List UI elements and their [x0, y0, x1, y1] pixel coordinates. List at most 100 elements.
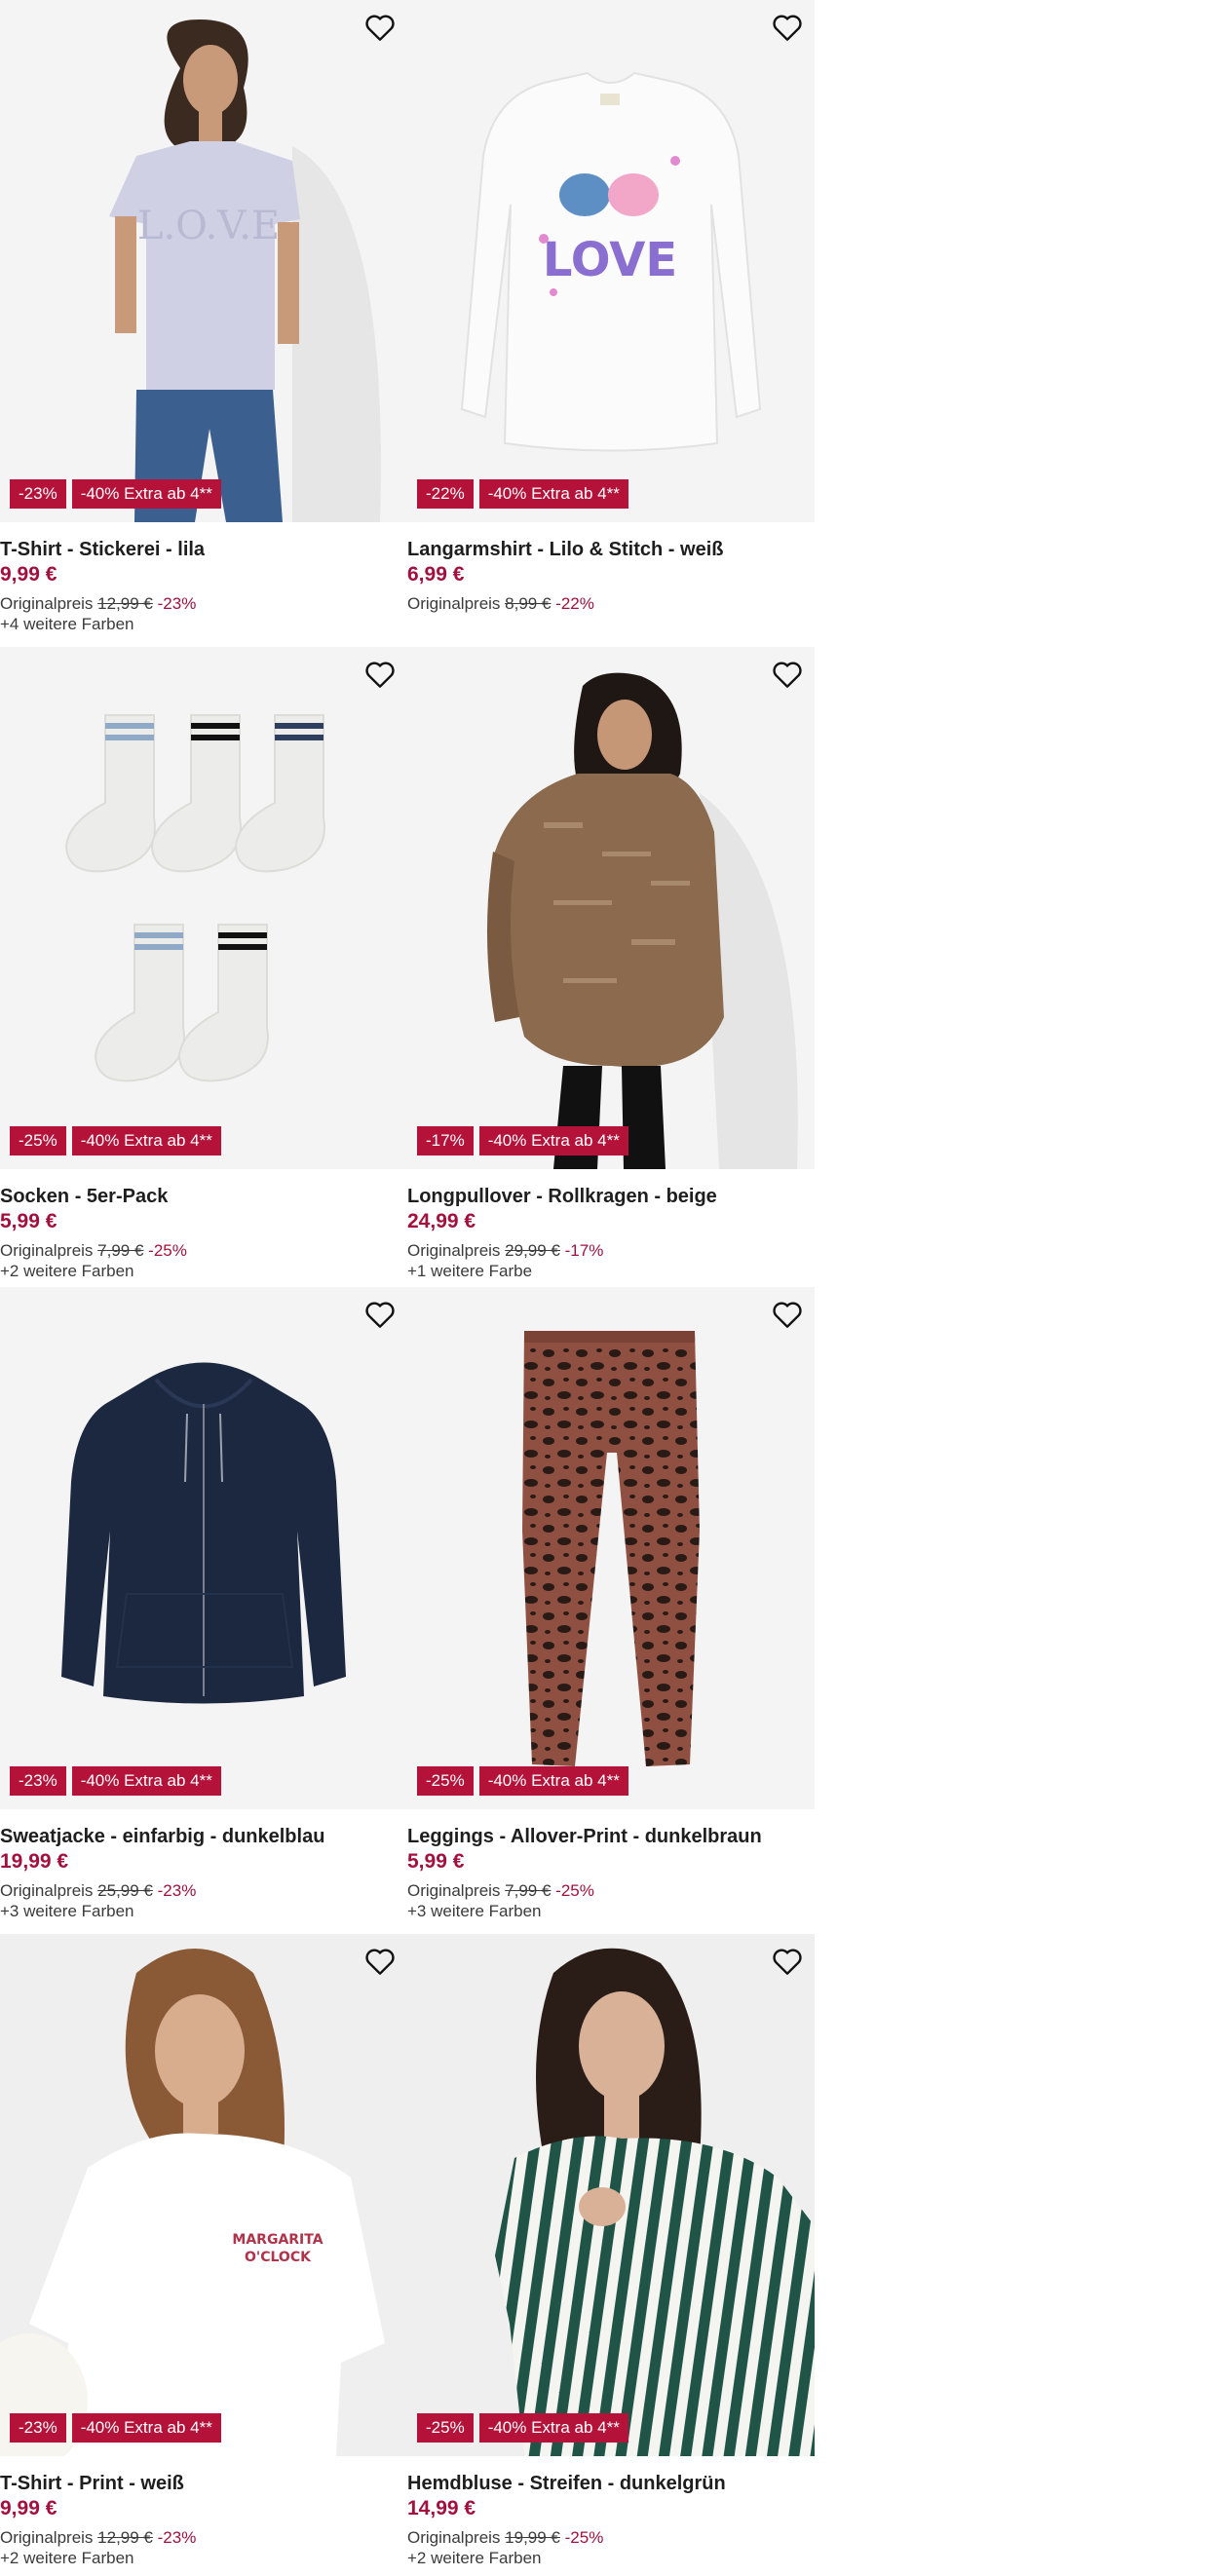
original-price: 29,99 €: [505, 1241, 560, 1260]
badge-group: -17% -40% Extra ab 4**: [417, 1126, 628, 1155]
badge-group: -25% -40% Extra ab 4**: [417, 1766, 628, 1796]
product-price: 14,99 €: [407, 2497, 476, 2519]
product-title[interactable]: Langarmshirt - Lilo & Stitch - weiß: [407, 538, 815, 561]
heart-outline-icon: [365, 662, 395, 688]
original-price-label: Originalpreis: [407, 1241, 501, 1260]
original-discount: -25%: [148, 1241, 187, 1260]
original-price-line: Originalpreis 19,99 € -25%: [407, 2527, 815, 2549]
product-card[interactable]: MARGARITA O'CLOCK -23% -40% Extra ab 4**…: [0, 1934, 407, 2568]
more-colors[interactable]: +2 weitere Farben: [0, 2549, 407, 2568]
more-colors[interactable]: +3 weitere Farben: [407, 1902, 815, 1921]
extra-discount-badge: -40% Extra ab 4**: [71, 1126, 221, 1155]
product-image[interactable]: -23% -40% Extra ab 4**: [0, 1287, 407, 1809]
svg-text:L.O.V.E: L.O.V.E: [137, 204, 280, 248]
original-price: 12,99 €: [97, 594, 153, 613]
original-price-label: Originalpreis: [0, 1241, 94, 1260]
more-colors[interactable]: +1 weitere Farbe: [407, 1262, 815, 1281]
product-image[interactable]: -25% -40% Extra ab 4**: [407, 1934, 815, 2456]
product-image[interactable]: L.O.V.E -23% -40% Extra ab 4**: [0, 0, 407, 522]
product-price: 19,99 €: [0, 1850, 69, 1873]
original-price: 8,99 €: [505, 594, 552, 613]
more-colors[interactable]: +4 weitere Farben: [0, 615, 407, 634]
original-price-line: Originalpreis 25,99 € -23%: [0, 1880, 407, 1902]
product-title[interactable]: Hemdbluse - Streifen - dunkelgrün: [407, 2472, 815, 2495]
product-card[interactable]: LOVE -22% -40% Extra ab 4** Langarmshirt…: [407, 0, 815, 615]
navy-zip-hoodie-photo: [0, 1287, 407, 1809]
product-card[interactable]: L.O.V.E -23% -40% Extra ab 4** T-Shirt -…: [0, 0, 407, 634]
product-price: 6,99 €: [407, 563, 465, 586]
original-discount: -25%: [555, 1881, 594, 1900]
woman-green-striped-blouse-photo: [407, 1934, 815, 2456]
product-image[interactable]: MARGARITA O'CLOCK -23% -40% Extra ab 4**: [0, 1934, 407, 2456]
wishlist-button[interactable]: [362, 1944, 398, 1979]
heart-outline-icon: [773, 1302, 802, 1328]
product-title[interactable]: Socken - 5er-Pack: [0, 1185, 407, 1208]
product-image[interactable]: -25% -40% Extra ab 4**: [407, 1287, 815, 1809]
heart-outline-icon: [365, 1302, 395, 1328]
badge-group: -23% -40% Extra ab 4**: [10, 2413, 221, 2443]
heart-outline-icon: [773, 1949, 802, 1975]
original-discount: -17%: [564, 1241, 604, 1260]
original-price-label: Originalpreis: [407, 1881, 501, 1900]
extra-discount-badge: -40% Extra ab 4**: [71, 479, 221, 509]
product-image[interactable]: -25% -40% Extra ab 4**: [0, 647, 407, 1169]
discount-badge: -25%: [417, 1766, 474, 1796]
badge-group: -25% -40% Extra ab 4**: [417, 2413, 628, 2443]
heart-outline-icon: [773, 662, 802, 688]
product-image[interactable]: -17% -40% Extra ab 4**: [407, 647, 815, 1169]
original-discount: -23%: [157, 594, 197, 613]
discount-badge: -17%: [417, 1126, 474, 1155]
wishlist-button[interactable]: [362, 657, 398, 692]
original-price: 7,99 €: [97, 1241, 144, 1260]
wishlist-button[interactable]: [770, 1944, 805, 1979]
heart-outline-icon: [773, 15, 802, 41]
wishlist-button[interactable]: [770, 10, 805, 45]
original-price-label: Originalpreis: [0, 1881, 94, 1900]
striped-socks-photo: [0, 647, 407, 1169]
woman-lilac-tshirt-photo: L.O.V.E: [0, 0, 407, 522]
original-discount: -22%: [555, 594, 594, 613]
original-price-label: Originalpreis: [0, 2528, 94, 2547]
original-price: 12,99 €: [97, 2528, 153, 2547]
original-price-line: Originalpreis 29,99 € -17%: [407, 1240, 815, 1262]
product-title[interactable]: T-Shirt - Stickerei - lila: [0, 538, 407, 561]
product-card[interactable]: -23% -40% Extra ab 4** Sweatjacke - einf…: [0, 1287, 407, 1921]
wishlist-button[interactable]: [362, 10, 398, 45]
discount-badge: -25%: [417, 2413, 474, 2443]
svg-text:LOVE: LOVE: [543, 233, 677, 287]
more-colors[interactable]: +2 weitere Farben: [0, 1262, 407, 1281]
original-price: 7,99 €: [505, 1881, 552, 1900]
product-title[interactable]: Sweatjacke - einfarbig - dunkelblau: [0, 1825, 407, 1848]
original-price-line: Originalpreis 7,99 € -25%: [407, 1880, 815, 1902]
product-card[interactable]: -25% -40% Extra ab 4** Socken - 5er-Pack…: [0, 647, 407, 1281]
original-price-line: Originalpreis 7,99 € -25%: [0, 1240, 407, 1262]
print-text-line: MARGARITA: [232, 2232, 323, 2248]
product-card[interactable]: -25% -40% Extra ab 4** Leggings - Allove…: [407, 1287, 815, 1921]
original-discount: -23%: [157, 2528, 197, 2547]
extra-discount-badge: -40% Extra ab 4**: [71, 2413, 221, 2443]
product-title[interactable]: T-Shirt - Print - weiß: [0, 2472, 407, 2495]
product-card[interactable]: -25% -40% Extra ab 4** Hemdbluse - Strei…: [407, 1934, 815, 2568]
more-colors[interactable]: +2 weitere Farben: [407, 2549, 815, 2568]
extra-discount-badge: -40% Extra ab 4**: [478, 1126, 628, 1155]
more-colors[interactable]: +3 weitere Farben: [0, 1902, 407, 1921]
discount-badge: -22%: [417, 479, 474, 509]
original-price-line: Originalpreis 8,99 € -22%: [407, 593, 815, 615]
original-price-label: Originalpreis: [407, 594, 501, 613]
extra-discount-badge: -40% Extra ab 4**: [478, 2413, 628, 2443]
wishlist-button[interactable]: [362, 1297, 398, 1332]
badge-group: -22% -40% Extra ab 4**: [417, 479, 628, 509]
badge-group: -23% -40% Extra ab 4**: [10, 479, 221, 509]
product-card[interactable]: -17% -40% Extra ab 4** Longpullover - Ro…: [407, 647, 815, 1281]
heart-outline-icon: [365, 1949, 395, 1975]
product-price: 9,99 €: [0, 563, 57, 586]
product-image[interactable]: LOVE -22% -40% Extra ab 4**: [407, 0, 815, 522]
original-price-label: Originalpreis: [0, 594, 94, 613]
wishlist-button[interactable]: [770, 657, 805, 692]
product-title[interactable]: Leggings - Allover-Print - dunkelbraun: [407, 1825, 815, 1848]
product-price: 9,99 €: [0, 2497, 57, 2519]
original-price-label: Originalpreis: [407, 2528, 501, 2547]
product-title[interactable]: Longpullover - Rollkragen - beige: [407, 1185, 815, 1208]
wishlist-button[interactable]: [770, 1297, 805, 1332]
badge-group: -25% -40% Extra ab 4**: [10, 1126, 221, 1155]
